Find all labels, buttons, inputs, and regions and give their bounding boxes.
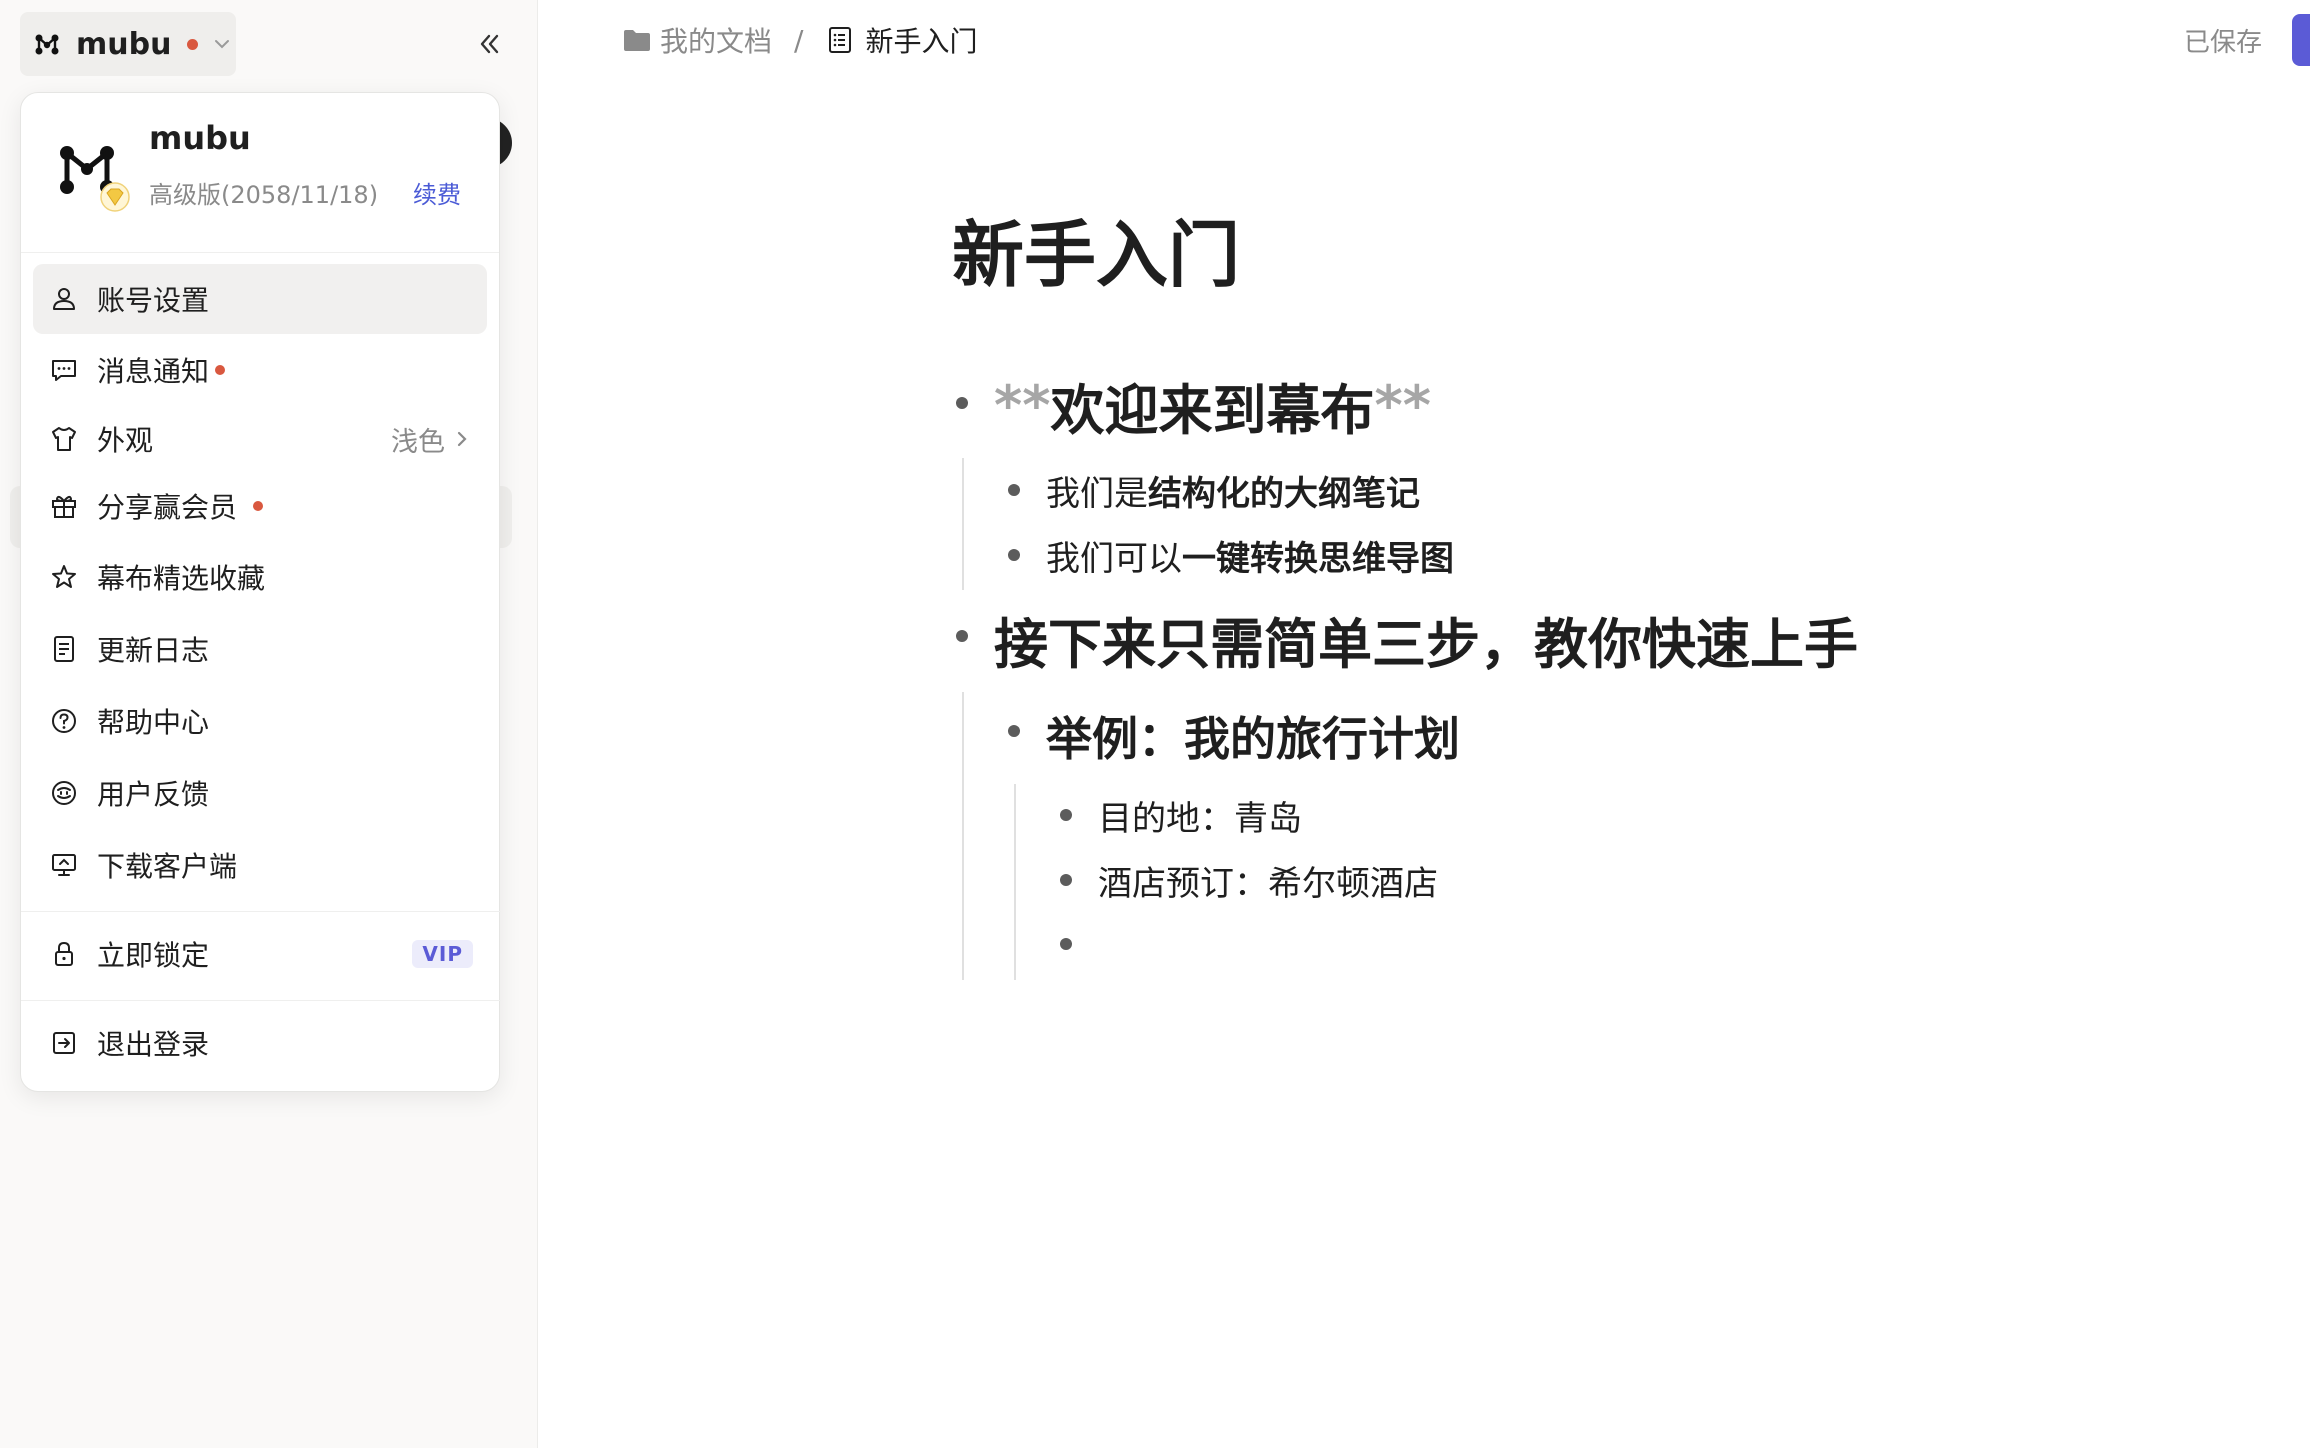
appearance-value-text: 浅色 xyxy=(391,426,445,458)
outline-node-hotel[interactable]: 酒店预订：希尔顿酒店 xyxy=(1098,856,1438,904)
notification-dot xyxy=(253,501,264,511)
menu-item-label: 立即锁定 xyxy=(97,939,210,972)
menu-item-logout[interactable]: 退出登录 xyxy=(33,1008,487,1078)
breadcrumb-current-doc[interactable]: 新手入门 xyxy=(825,20,977,60)
logout-icon xyxy=(53,1032,75,1054)
vip-badge: VIP xyxy=(412,940,473,968)
breadcrumb-my-docs[interactable]: 我的文档 xyxy=(622,20,772,60)
gift-icon xyxy=(52,495,76,518)
menu-item-notifications[interactable]: 消息通知 xyxy=(33,335,487,405)
menu-item-label: 退出登录 xyxy=(97,1028,210,1061)
outline-node-mindmap[interactable]: 我们可以 一键转换思维导图 xyxy=(1046,531,1454,579)
outline-guide-line xyxy=(962,692,964,980)
appearance-value: 浅色 xyxy=(391,420,473,459)
markdown-marker: ** xyxy=(1374,373,1431,437)
account-user-name: mubu xyxy=(149,119,251,157)
menu-item-label: 外观 xyxy=(97,424,154,457)
outline-bullet[interactable] xyxy=(1060,938,1072,950)
menu-item-favorites[interactable]: 幕布精选收藏 xyxy=(33,542,487,612)
diamond-badge-icon xyxy=(100,182,130,212)
menu-item-account-settings[interactable]: 账号设置 xyxy=(33,264,487,334)
renew-link[interactable]: 续费 xyxy=(413,175,461,210)
outline-node-text: 欢迎来到幕布 xyxy=(1050,378,1375,442)
menu-divider xyxy=(21,911,501,912)
breadcrumb-separator: / xyxy=(794,23,804,57)
share-button-edge[interactable] xyxy=(2292,14,2310,66)
menu-item-label: 分享赢会员 xyxy=(97,491,238,524)
shirt-icon xyxy=(52,427,76,451)
outline-bullet[interactable] xyxy=(1008,484,1020,496)
menu-item-feedback[interactable]: 用户反馈 xyxy=(33,758,487,828)
chevron-down-icon xyxy=(215,40,230,49)
message-icon xyxy=(52,360,76,381)
menu-item-label: 下载客户端 xyxy=(97,850,238,883)
notification-dot xyxy=(215,365,226,375)
account-menu-header: mubu 高级版(2058/11/18) 续费 xyxy=(21,93,499,253)
outline-bullet[interactable] xyxy=(956,630,968,642)
document-title[interactable]: 新手入门 xyxy=(952,196,1240,301)
outline-node-destination[interactable]: 目的地：青岛 xyxy=(1098,791,1302,839)
outline-node-structured-notes[interactable]: 我们是 结构化的大纲笔记 xyxy=(1046,466,1420,514)
menu-divider xyxy=(21,1000,501,1001)
breadcrumb: 我的文档 / 新手入门 xyxy=(622,18,977,62)
outline-node-empty[interactable] xyxy=(1098,920,1298,968)
menu-item-changelog[interactable]: 更新日志 xyxy=(33,614,487,684)
feedback-icon xyxy=(52,781,76,805)
menu-item-label: 帮助中心 xyxy=(97,706,210,739)
menu-item-appearance[interactable]: 外观 浅色 xyxy=(33,404,487,474)
workspace-switcher[interactable]: mubu xyxy=(20,12,236,76)
collapse-sidebar-button[interactable] xyxy=(472,22,506,66)
markdown-marker: ** xyxy=(994,373,1051,437)
menu-item-label: 账号设置 xyxy=(97,284,210,317)
menu-item-label: 用户反馈 xyxy=(97,778,210,811)
outline-node-text: 酒店预订：希尔顿酒店 xyxy=(1098,863,1438,904)
account-menu: mubu 高级版(2058/11/18) 续费 账号设置 消息通知 外观 浅色 … xyxy=(20,92,501,1092)
outline-node-bold: 一键转换思维导图 xyxy=(1182,538,1454,579)
user-icon xyxy=(53,288,75,310)
breadcrumb-label: 我的文档 xyxy=(660,25,773,58)
folder-icon xyxy=(624,30,650,51)
app: mubu mubu 高级版(2058/11/18) 续费 账号设置 消息通知 外… xyxy=(0,0,2310,1448)
outline-bullet[interactable] xyxy=(1008,725,1020,737)
outline-node-three-steps[interactable]: 接下来只需简单三步，教你快速上手 xyxy=(994,606,1858,676)
star-icon xyxy=(52,565,76,588)
outline-node-text: 我们可以 xyxy=(1046,538,1182,579)
outline-bullet[interactable] xyxy=(956,397,968,409)
doc-list-icon xyxy=(829,27,852,53)
lock-icon xyxy=(55,941,73,966)
outline-guide-line xyxy=(1014,784,1016,980)
outline-bullet[interactable] xyxy=(1060,874,1072,886)
help-icon xyxy=(52,709,76,733)
sidebar: mubu mubu 高级版(2058/11/18) 续费 账号设置 消息通知 外… xyxy=(0,0,538,1448)
outline-node-bold: 结构化的大纲笔记 xyxy=(1148,473,1420,514)
outline-node-text: 我们是 xyxy=(1046,473,1148,514)
menu-item-label: 更新日志 xyxy=(97,634,210,667)
notification-dot xyxy=(187,38,199,50)
outline-node-text: 举例：我的旅行计划 xyxy=(1046,712,1460,766)
chevron-right-icon xyxy=(457,431,467,447)
outline-node-travel-plan[interactable]: 举例：我的旅行计划 xyxy=(1046,706,1460,766)
mubu-logo-icon xyxy=(35,34,59,55)
menu-item-help-center[interactable]: 帮助中心 xyxy=(33,686,487,756)
document-icon xyxy=(54,636,74,662)
menu-item-label: 消息通知 xyxy=(97,355,210,388)
outline-bullet[interactable] xyxy=(1060,809,1072,821)
mubu-logo-avatar xyxy=(60,146,130,212)
save-status: 已保存 xyxy=(2184,28,2263,58)
menu-item-share-membership[interactable]: 分享赢会员 xyxy=(33,471,487,541)
breadcrumb-label: 新手入门 xyxy=(865,25,978,58)
menu-item-download-client[interactable]: 下载客户端 xyxy=(33,830,487,900)
outline-node-text: 目的地：青岛 xyxy=(1098,798,1302,839)
outline-node-welcome[interactable]: ** 欢迎来到幕布 ** xyxy=(994,372,1431,442)
outline-guide-line xyxy=(962,458,964,590)
menu-item-label: 幕布精选收藏 xyxy=(97,562,266,595)
double-chevron-left-icon xyxy=(480,34,499,54)
outline-bullet[interactable] xyxy=(1008,549,1020,561)
workspace-name: mubu xyxy=(76,26,172,62)
menu-item-lock[interactable]: 立即锁定 VIP xyxy=(33,919,487,989)
desktop-icon xyxy=(52,854,76,876)
vip-badge-wrap: VIP xyxy=(412,940,473,968)
account-plan: 高级版(2058/11/18) xyxy=(149,181,379,209)
outline-node-text: 接下来只需简单三步，教你快速上手 xyxy=(994,612,1858,676)
